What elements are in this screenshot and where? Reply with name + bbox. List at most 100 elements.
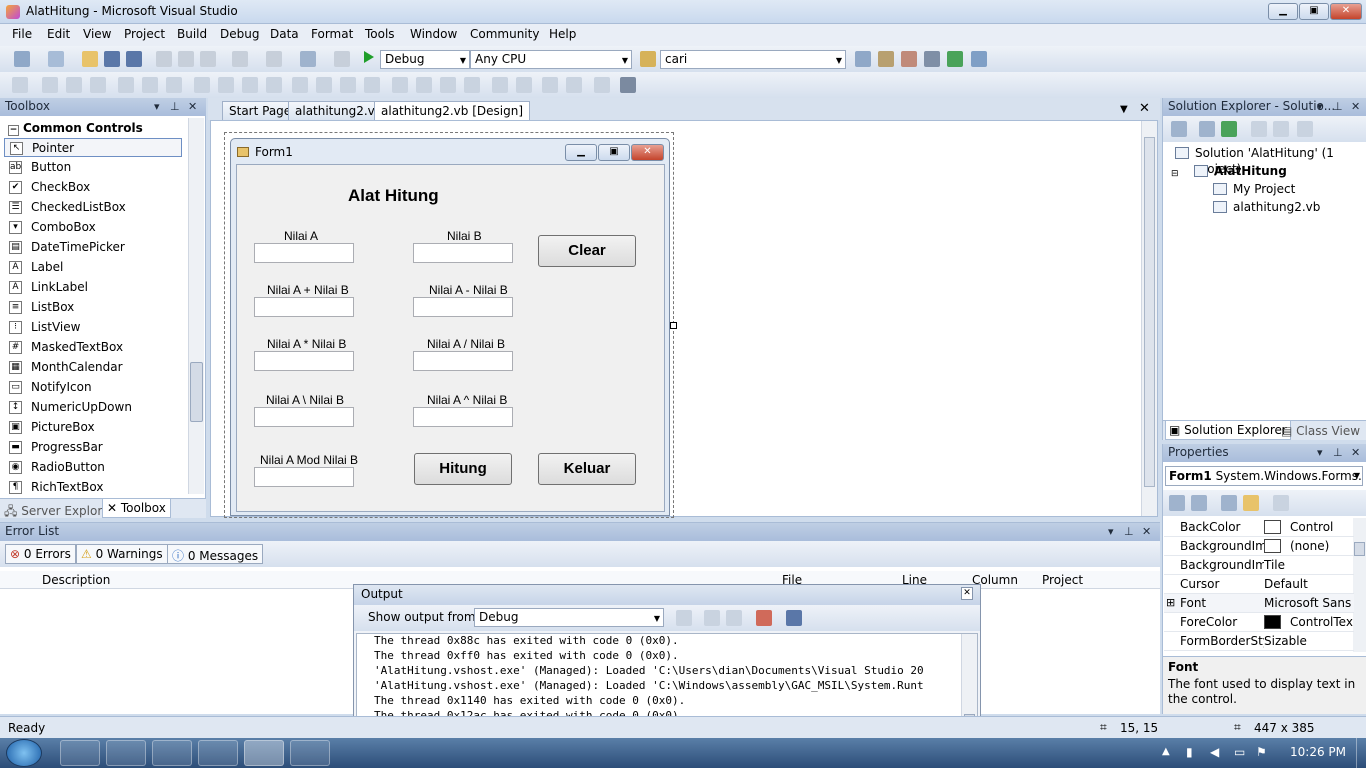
find-combo[interactable]: cari ▼ <box>660 50 846 69</box>
tab-server-explorer[interactable]: 🖧 Server Explorer <box>4 502 114 523</box>
properties-window-icon[interactable] <box>878 51 894 67</box>
property-row-backgroundim[interactable]: BackgroundIm Tile <box>1164 556 1354 575</box>
toolbox-item-richtextbox[interactable]: ¶ RichTextBox <box>4 478 182 497</box>
property-value[interactable]: Microsoft Sans S <box>1264 594 1354 612</box>
save-icon[interactable] <box>104 51 120 67</box>
menu-project[interactable]: Project <box>124 27 165 41</box>
expand-icon[interactable]: ⊟ <box>1171 169 1179 179</box>
media-player-icon[interactable] <box>152 740 192 766</box>
property-row-backgroundim[interactable]: BackgroundIm (none) <box>1164 537 1354 556</box>
toolbox-item-button[interactable]: ab Button <box>4 158 182 177</box>
show-hidden-icons-icon[interactable]: ▲ <box>1162 746 1170 757</box>
clock[interactable]: 10:26 PM <box>1290 745 1346 759</box>
chrome-icon[interactable] <box>198 740 238 766</box>
alphabetical-icon[interactable] <box>1191 495 1207 511</box>
visual-studio-taskbar-icon[interactable] <box>244 740 284 766</box>
property-value[interactable]: Control <box>1290 518 1354 536</box>
increase-hspacing-icon[interactable] <box>316 77 332 93</box>
solution-explorer-icon[interactable] <box>855 51 871 67</box>
align-centers-icon[interactable] <box>66 77 82 93</box>
textbox-int-div[interactable] <box>254 407 354 427</box>
find-message-icon[interactable] <box>676 610 692 626</box>
internet-explorer-icon[interactable] <box>60 740 100 766</box>
events-icon[interactable] <box>1243 495 1259 511</box>
center-horizontally-icon[interactable] <box>492 77 508 93</box>
clear-button[interactable]: Clear <box>538 235 636 267</box>
toolbox-group-header[interactable]: − Common Controls <box>8 121 143 136</box>
property-value[interactable]: Tile <box>1264 556 1354 574</box>
class-diagram-icon[interactable] <box>1297 121 1313 137</box>
tab-solution-explorer[interactable]: ▣ Solution Explorer <box>1165 421 1291 440</box>
find-icon[interactable] <box>640 51 656 67</box>
new-project-icon[interactable] <box>14 51 30 67</box>
menu-file[interactable]: File <box>12 27 32 41</box>
menu-view[interactable]: View <box>83 27 111 41</box>
properties-icon[interactable] <box>1171 121 1187 137</box>
increase-vspacing-icon[interactable] <box>416 77 432 93</box>
menu-edit[interactable]: Edit <box>47 27 70 41</box>
save-all-icon[interactable] <box>126 51 142 67</box>
categorized-icon[interactable] <box>1169 495 1185 511</box>
menu-build[interactable]: Build <box>177 27 207 41</box>
object-browser-icon[interactable] <box>901 51 917 67</box>
property-value[interactable]: (none) <box>1290 537 1354 555</box>
property-value[interactable]: ControlTex <box>1290 613 1354 631</box>
dropdown-icon[interactable]: ▾ <box>1317 98 1323 115</box>
properties-view-icon[interactable] <box>1221 495 1237 511</box>
expand-icon[interactable]: ⊞ <box>1166 594 1175 612</box>
previous-message-icon[interactable] <box>704 610 720 626</box>
label-int-div[interactable]: Nilai A \ Nilai B <box>266 393 344 407</box>
toolbox-item-maskedtextbox[interactable]: # MaskedTextBox <box>4 338 182 357</box>
send-to-back-icon[interactable] <box>566 77 582 93</box>
decrease-hspacing-icon[interactable] <box>340 77 356 93</box>
menu-community[interactable]: Community <box>470 27 539 41</box>
toolbox-item-datetimepicker[interactable]: ▤ DateTimePicker <box>4 238 182 257</box>
view-code-icon[interactable] <box>1251 121 1267 137</box>
open-file-icon[interactable] <box>82 51 98 67</box>
dropdown-icon[interactable]: ▾ <box>154 98 160 115</box>
dropdown-icon[interactable]: ▾ <box>1317 444 1323 461</box>
dropdown-icon[interactable]: ▾ <box>1108 523 1114 540</box>
minimize-button[interactable]: ▁ <box>1268 3 1298 20</box>
same-height-icon[interactable] <box>218 77 234 93</box>
platform-dropdown[interactable]: Any CPU ▼ <box>470 50 632 69</box>
property-value[interactable]: Sizable <box>1264 632 1354 650</box>
lock-controls-icon[interactable] <box>594 77 610 93</box>
menu-window[interactable]: Window <box>410 27 457 41</box>
pin-icon[interactable]: ⊥ <box>1124 523 1134 540</box>
property-row-cursor[interactable]: Cursor Default <box>1164 575 1354 594</box>
clear-all-icon[interactable] <box>756 610 772 626</box>
cut-icon[interactable] <box>156 51 172 67</box>
next-message-icon[interactable] <box>726 610 742 626</box>
close-icon[interactable]: ✕ <box>188 98 197 115</box>
add-item-icon[interactable] <box>48 51 64 67</box>
designer-scroll-thumb[interactable] <box>1144 137 1155 487</box>
file-node-alathitung2[interactable]: alathitung2.vb <box>1213 199 1320 215</box>
horizontal-spacing-icon[interactable] <box>292 77 308 93</box>
property-row-forecolor[interactable]: ForeColor ControlTex <box>1164 613 1354 632</box>
solution-configuration-dropdown[interactable]: Debug ▼ <box>380 50 470 69</box>
label-mod[interactable]: Nilai A Mod Nilai B <box>260 453 358 467</box>
same-size-icon[interactable] <box>242 77 258 93</box>
bring-to-front-icon[interactable] <box>542 77 558 93</box>
toolbox-item-monthcalendar[interactable]: ▦ MonthCalendar <box>4 358 182 377</box>
vertical-spacing-icon[interactable] <box>392 77 408 93</box>
redo-icon[interactable] <box>266 51 282 67</box>
refresh-icon[interactable] <box>1221 121 1237 137</box>
close-document-icon[interactable]: ✕ <box>1139 101 1150 116</box>
menu-format[interactable]: Format <box>311 27 353 41</box>
size-to-grid-icon[interactable] <box>266 77 282 93</box>
toolbox-icon[interactable] <box>924 51 940 67</box>
menu-tools[interactable]: Tools <box>365 27 395 41</box>
align-middles-icon[interactable] <box>142 77 158 93</box>
toolbox-item-pointer[interactable]: ↖ Pointer <box>4 138 182 157</box>
object-selector[interactable]: Form1 System.Windows.Forms.Fo ▼ <box>1165 466 1363 486</box>
copy-icon[interactable] <box>178 51 194 67</box>
navigate-icon[interactable] <box>300 51 316 67</box>
label-nilai-b[interactable]: Nilai B <box>447 229 482 243</box>
toolbox-item-numericupdown[interactable]: ↕ NumericUpDown <box>4 398 182 417</box>
textbox-mul[interactable] <box>254 351 354 371</box>
pin-icon[interactable]: ⊥ <box>170 98 180 115</box>
toolbox-item-checkedlistbox[interactable]: ☰ CheckedListBox <box>4 198 182 217</box>
toolbox-item-picturebox[interactable]: ▣ PictureBox <box>4 418 182 437</box>
